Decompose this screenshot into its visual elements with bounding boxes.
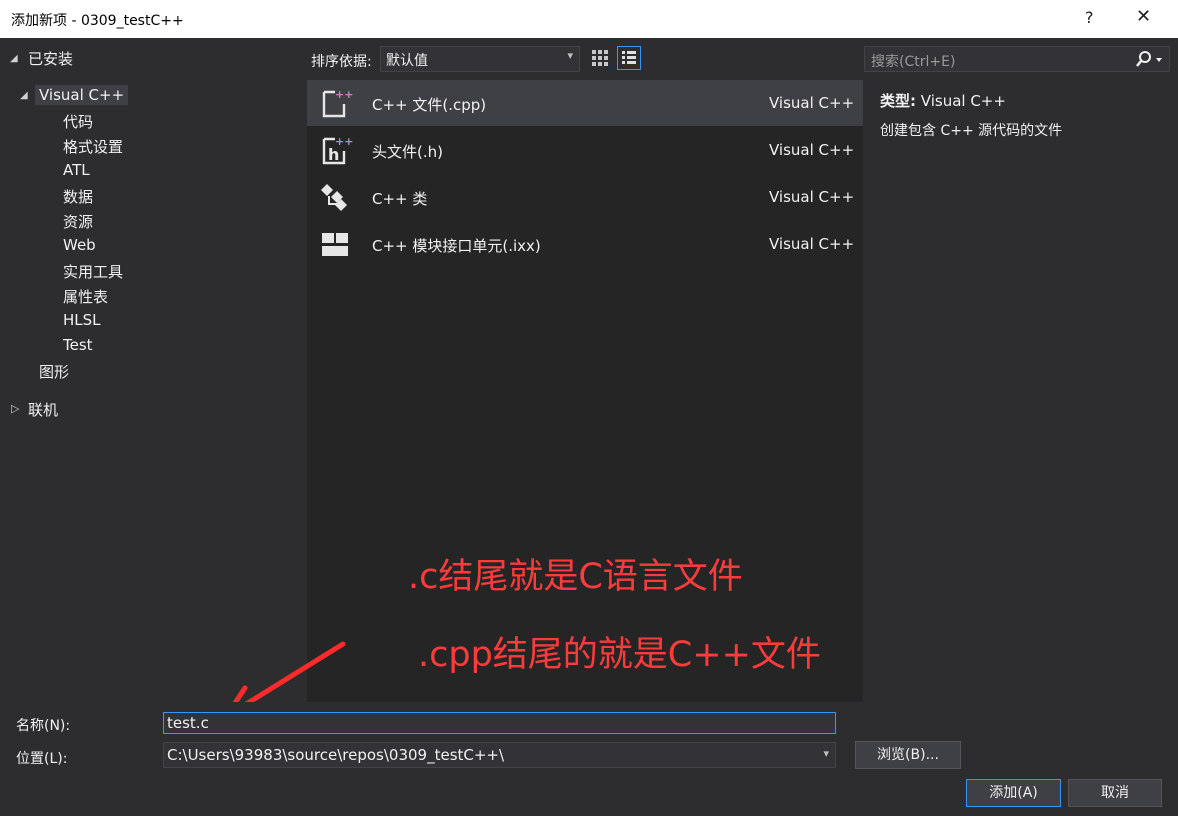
tree-installed[interactable]: 已安装	[28, 48, 73, 69]
tree-item-data[interactable]: 数据	[63, 186, 93, 207]
type-label: 类型:	[880, 92, 916, 110]
window-title: 添加新项 - 0309_testC++	[11, 13, 184, 29]
template-language: Visual C++	[769, 188, 855, 206]
list-view-icon[interactable]	[617, 46, 641, 70]
collapse-caret-icon[interactable]: ◢	[20, 90, 28, 101]
search-input[interactable]: 搜索(Ctrl+E)	[864, 46, 1170, 72]
annotation-cpp-file: .cpp结尾的就是C++文件	[418, 635, 821, 675]
type-value: Visual C++	[920, 92, 1006, 110]
help-button[interactable]: ?	[1085, 8, 1094, 27]
tree-item-property-sheets[interactable]: 属性表	[63, 286, 108, 307]
tree-visual-cpp[interactable]: Visual C++	[35, 85, 129, 105]
tree-item-hlsl[interactable]: HLSL	[63, 311, 101, 329]
template-description: 创建包含 C++ 源代码的文件	[880, 123, 1063, 139]
expand-caret-icon[interactable]: ▷	[11, 402, 19, 415]
list-item[interactable]: C++ 模块接口单元(.ixx) Visual C++	[307, 221, 863, 267]
add-button[interactable]: 添加(A)	[966, 779, 1061, 807]
tree-item-web[interactable]: Web	[63, 236, 96, 254]
template-list: ++ C++ 文件(.cpp) Visual C++ h ++ 头文件(.h) …	[307, 80, 863, 702]
template-name: C++ 模块接口单元(.ixx)	[372, 237, 541, 255]
class-icon	[319, 180, 353, 214]
tree-item-code[interactable]: 代码	[63, 111, 93, 132]
search-icon[interactable]	[1135, 50, 1165, 72]
tree-online[interactable]: 联机	[28, 399, 58, 420]
annotation-c-file: .c结尾就是C语言文件	[408, 557, 743, 597]
template-language: Visual C++	[769, 235, 855, 253]
name-label: 名称(N):	[16, 718, 71, 734]
sort-value: 默认值	[386, 53, 428, 69]
template-name: C++ 类	[372, 190, 428, 208]
close-button[interactable]: ✕	[1136, 6, 1151, 27]
chevron-down-icon: ▾	[567, 49, 573, 62]
search-placeholder: 搜索(Ctrl+E)	[871, 54, 956, 70]
bottom-form: 名称(N): test.c 位置(L): C:\Users\93983\sour…	[0, 702, 1178, 816]
header-file-icon: h ++	[319, 133, 353, 167]
location-value: C:\Users\93983\source\repos\0309_testC++…	[167, 746, 505, 764]
list-item[interactable]: h ++ 头文件(.h) Visual C++	[307, 127, 863, 173]
grid-view-icon[interactable]	[588, 46, 612, 70]
category-tree: ◢ 已安装 ◢ Visual C++ 代码 格式设置 ATL 数据 资源 Web…	[0, 38, 305, 702]
cpp-file-icon: ++	[319, 86, 353, 120]
tree-item-utility[interactable]: 实用工具	[63, 261, 123, 282]
tree-graphics[interactable]: 图形	[39, 361, 69, 382]
tree-item-test[interactable]: Test	[63, 336, 93, 354]
location-label: 位置(L):	[16, 751, 68, 767]
template-language: Visual C++	[769, 94, 855, 112]
chevron-down-icon[interactable]: ▾	[823, 747, 829, 760]
template-name: C++ 文件(.cpp)	[372, 96, 487, 114]
svg-text:++: ++	[335, 135, 353, 148]
svg-text:++: ++	[335, 88, 353, 101]
list-item[interactable]: C++ 类 Visual C++	[307, 174, 863, 220]
title-bar: 添加新项 - 0309_testC++ ? ✕	[0, 0, 1178, 38]
type-line: 类型: Visual C++	[880, 90, 1006, 111]
list-item[interactable]: ++ C++ 文件(.cpp) Visual C++	[307, 80, 863, 126]
sort-bar: 排序依据: 默认值 ▾	[305, 38, 863, 80]
module-icon	[319, 227, 353, 261]
tree-item-formatting[interactable]: 格式设置	[63, 136, 123, 157]
template-language: Visual C++	[769, 141, 855, 159]
template-name: 头文件(.h)	[372, 143, 443, 161]
name-field[interactable]: test.c	[163, 712, 836, 734]
sort-label: 排序依据:	[311, 54, 372, 70]
sort-dropdown[interactable]: 默认值 ▾	[380, 46, 580, 72]
tree-item-resources[interactable]: 资源	[63, 211, 93, 232]
collapse-caret-icon[interactable]: ◢	[10, 53, 18, 64]
tree-item-atl[interactable]: ATL	[63, 161, 90, 179]
name-value: test.c	[167, 714, 209, 732]
browse-button[interactable]: 浏览(B)...	[855, 741, 961, 769]
cancel-button[interactable]: 取消	[1068, 779, 1162, 807]
location-field[interactable]: C:\Users\93983\source\repos\0309_testC++…	[163, 742, 836, 768]
